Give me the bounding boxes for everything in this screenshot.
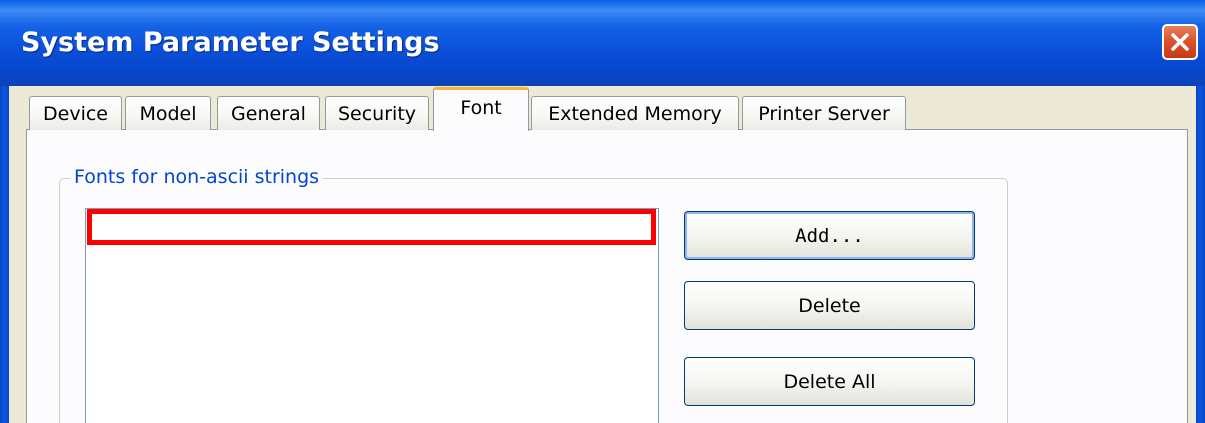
tab-model[interactable]: Model [125, 96, 211, 130]
delete-button[interactable]: Delete [684, 281, 975, 330]
fonts-group-label: Fonts for non-ascii strings [70, 166, 324, 188]
tab-label: Font [460, 97, 502, 119]
tab-label: Printer Server [758, 102, 890, 125]
close-icon [1171, 33, 1189, 51]
tab-label: Security [337, 102, 417, 125]
tab-security[interactable]: Security [325, 96, 429, 130]
tab-general[interactable]: General [217, 96, 320, 130]
window-frame-left [0, 86, 9, 423]
tab-extended-memory[interactable]: Extended Memory [531, 96, 739, 130]
delete-all-button-label: Delete All [783, 370, 876, 393]
close-button[interactable] [1162, 24, 1198, 60]
add-button[interactable]: Add... [684, 211, 975, 260]
tab-font[interactable]: Font [433, 87, 529, 131]
title-bar[interactable]: System Parameter Settings [0, 0, 1205, 86]
tab-label: Model [139, 102, 197, 125]
tab-label: Device [43, 102, 108, 125]
delete-button-label: Delete [798, 294, 861, 317]
tab-label: Extended Memory [548, 102, 722, 125]
font-list-selected-row[interactable] [87, 209, 656, 245]
tab-label: General [231, 102, 306, 125]
add-button-label: Add... [795, 224, 864, 247]
tab-device[interactable]: Device [29, 96, 122, 130]
window-title: System Parameter Settings [21, 27, 440, 58]
tab-printer-server[interactable]: Printer Server [742, 96, 906, 130]
window-frame-right [1196, 86, 1205, 423]
delete-all-button[interactable]: Delete All [684, 357, 975, 406]
system-parameter-settings-window: System Parameter Settings Device Model G… [0, 0, 1205, 423]
